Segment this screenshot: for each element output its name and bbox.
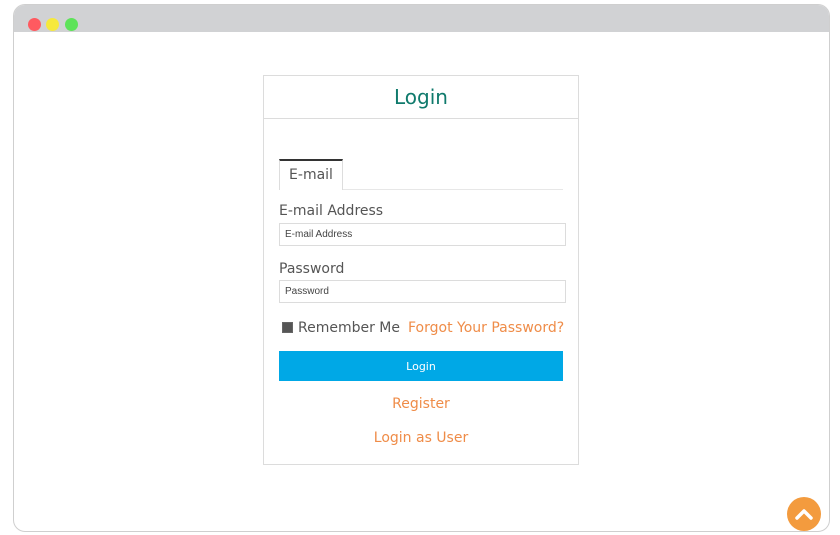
browser-window: Login E-mail E-mail Address Password Rem… [13, 4, 830, 532]
email-label: E-mail Address [279, 203, 384, 219]
window-titlebar [14, 5, 829, 32]
forgot-password-link[interactable]: Forgot Your Password? [408, 320, 564, 336]
page-title: Login [394, 85, 448, 109]
close-dot[interactable] [28, 18, 41, 31]
chevron-up-icon [795, 509, 813, 520]
password-field[interactable] [279, 280, 566, 303]
remember-checkbox[interactable] [282, 321, 293, 333]
card-header: Login [264, 76, 578, 119]
email-field[interactable] [279, 223, 566, 246]
login-button[interactable]: Login [279, 351, 563, 381]
minimize-dot[interactable] [46, 18, 59, 31]
password-label: Password [279, 261, 345, 277]
remember-label: Remember Me [298, 320, 400, 336]
register-link[interactable]: Register [264, 396, 578, 412]
remember-row: Remember Me Forgot Your Password? [282, 320, 564, 338]
scroll-to-top-button[interactable] [787, 497, 821, 531]
maximize-dot[interactable] [65, 18, 78, 31]
tab-bar: E-mail [279, 159, 563, 190]
login-as-user-link[interactable]: Login as User [264, 430, 578, 446]
tab-email[interactable]: E-mail [279, 159, 343, 190]
login-card: Login E-mail E-mail Address Password Rem… [263, 75, 579, 465]
